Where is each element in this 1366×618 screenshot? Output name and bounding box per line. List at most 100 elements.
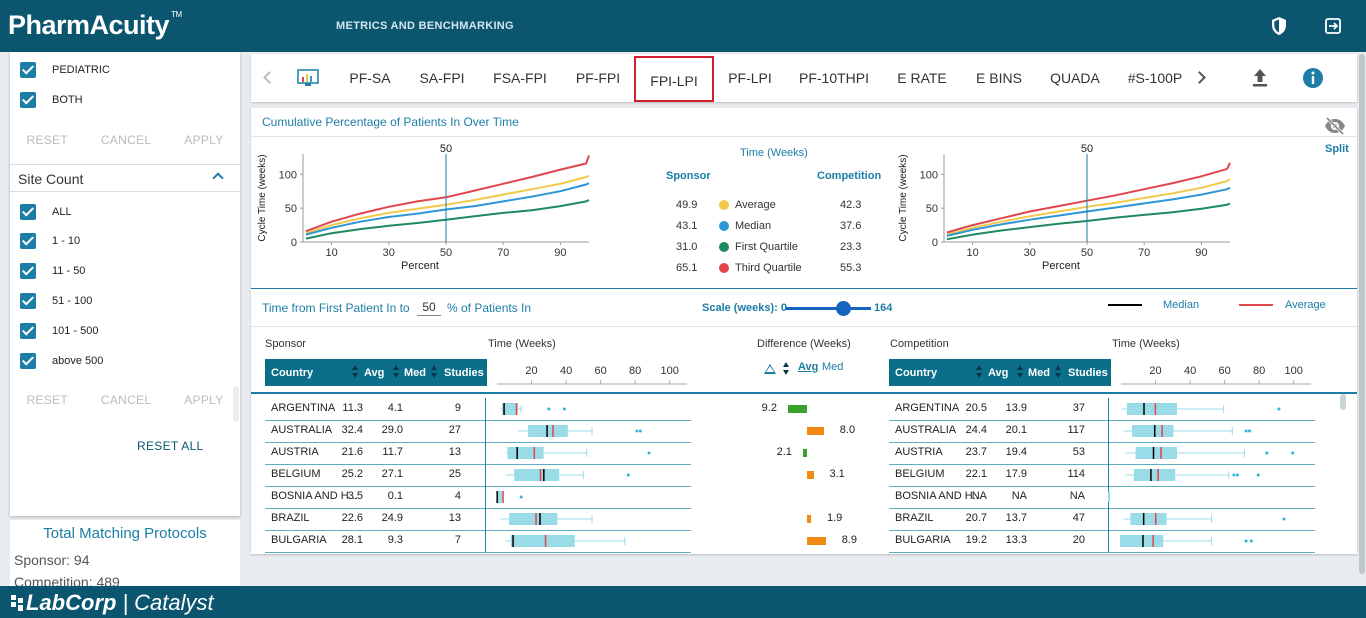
shield-icon[interactable] — [1268, 15, 1290, 37]
table-row[interactable]: BOSNIA AND H... 3.5 0.1 4 — [265, 486, 487, 508]
reset-button[interactable]: RESET — [26, 133, 68, 147]
apply-button[interactable]: APPLY — [184, 133, 223, 147]
page-scrollbar[interactable] — [1359, 54, 1365, 574]
table-row[interactable]: BULGARIA 28.1 9.3 7 — [265, 530, 487, 552]
checkbox-checked-icon[interactable] — [20, 263, 36, 279]
table-row[interactable]: BRAZIL 20.7 13.7 47 — [889, 508, 1111, 530]
reset-all-button[interactable]: RESET ALL — [137, 439, 204, 453]
checkbox-pediatric[interactable]: PEDIATRIC — [20, 60, 110, 80]
sidebar-scrollbar[interactable] — [233, 386, 239, 422]
cancel-button[interactable]: CANCEL — [101, 133, 151, 147]
site-count-header[interactable]: Site Count — [10, 164, 240, 192]
checkbox-checked-icon[interactable] — [20, 92, 36, 108]
legend-title: Time (Weeks) — [740, 147, 808, 159]
table-row[interactable]: AUSTRALIA 32.4 29.0 27 — [265, 420, 487, 442]
checkbox-checked-icon[interactable] — [20, 353, 36, 369]
scale-slider-thumb[interactable] — [836, 301, 851, 316]
tab-quada[interactable]: QUADA — [1047, 54, 1103, 102]
cell-avg: 25.2 — [341, 468, 363, 480]
col-studies[interactable]: Studies — [1068, 367, 1108, 379]
table-row[interactable]: ARGENTINA 11.3 4.1 9 — [265, 398, 487, 420]
checkbox-checked-icon[interactable] — [20, 293, 36, 309]
tab-pf-sa[interactable]: PF-SA — [343, 54, 397, 102]
legend-dot — [719, 263, 729, 273]
table-row[interactable]: BOSNIA AND H... NA NA NA — [889, 486, 1111, 508]
main-panel: Cumulative Percentage of Patients In Ove… — [251, 108, 1357, 554]
chevron-right-icon[interactable] — [1193, 71, 1206, 84]
sort-icon[interactable] — [1055, 365, 1061, 379]
tab-pf-lpi[interactable]: PF-LPI — [723, 54, 777, 102]
tab-pf-fpi[interactable]: PF-FPI — [569, 54, 627, 102]
tab-s-100p[interactable]: #S-100P — [1123, 54, 1187, 102]
table-row[interactable]: AUSTRIA 23.7 19.4 53 — [889, 442, 1111, 464]
col-country[interactable]: Country — [271, 367, 313, 379]
boxplot-outlier — [547, 407, 551, 411]
checkbox-checked-icon[interactable] — [20, 62, 36, 78]
table-scrollbar[interactable] — [1340, 394, 1346, 410]
cell-studies: 9 — [454, 402, 461, 414]
upload-icon[interactable] — [1251, 68, 1269, 88]
col-med[interactable]: Med — [404, 367, 426, 379]
table-row[interactable]: BELGIUM 22.1 17.9 114 — [889, 464, 1111, 486]
checkbox-site-all[interactable]: ALL — [20, 202, 72, 222]
boxplot-outlier — [1244, 429, 1248, 433]
tab-fsa-fpi[interactable]: FSA-FPI — [487, 54, 553, 102]
reset-button[interactable]: RESET — [26, 393, 68, 407]
scale-label: Scale (weeks): 0 — [702, 302, 787, 314]
chart-icon[interactable] — [297, 69, 319, 87]
sort-icon[interactable] — [352, 365, 358, 379]
cell-med: 24.9 — [381, 512, 403, 524]
checkbox-checked-icon[interactable] — [20, 233, 36, 249]
checkbox-both[interactable]: BOTH — [20, 90, 83, 110]
checkbox-site-11-50[interactable]: 11 - 50 — [20, 261, 85, 281]
eye-off-icon[interactable] — [1323, 116, 1347, 136]
cell-med: 13.9 — [1005, 402, 1027, 414]
chevron-left-icon[interactable] — [263, 71, 276, 84]
col-med[interactable]: Med — [1028, 367, 1050, 379]
tab-fpi-lpi[interactable]: FPI-LPI — [634, 56, 714, 102]
cell-avg: 11.3 — [342, 402, 363, 414]
totals-competition: Competition: 489 — [14, 574, 120, 586]
info-icon[interactable] — [1302, 67, 1324, 89]
sort-icon[interactable] — [431, 365, 437, 379]
table-row[interactable]: AUSTRIA 21.6 11.7 13 — [265, 442, 487, 464]
tab-sa-fpi[interactable]: SA-FPI — [413, 54, 471, 102]
checkbox-site-51-100[interactable]: 51 - 100 — [20, 291, 92, 311]
page-scrollbar-thumb[interactable] — [1359, 54, 1365, 574]
checkbox-site-1-10[interactable]: 1 - 10 — [20, 231, 80, 251]
col-country[interactable]: Country — [895, 367, 937, 379]
sort-icon[interactable] — [1017, 365, 1023, 379]
diff-med-toggle[interactable]: Med — [822, 361, 843, 373]
cancel-button[interactable]: CANCEL — [101, 393, 151, 407]
table-row[interactable]: BRAZIL 22.6 24.9 13 — [265, 508, 487, 530]
checkbox-site-above-500[interactable]: above 500 — [20, 351, 103, 371]
tab-pf-10thpi[interactable]: PF-10THPI — [798, 54, 870, 102]
checkbox-checked-icon[interactable] — [20, 323, 36, 339]
col-avg[interactable]: Avg — [364, 367, 384, 379]
scale-slider-track[interactable] — [786, 307, 871, 310]
percent-input[interactable]: 50 — [417, 298, 441, 316]
boxplot-outlier — [647, 451, 651, 455]
app-logo[interactable]: PharmAcuity TM — [8, 10, 182, 41]
split-label[interactable]: Split — [1325, 143, 1349, 155]
logout-icon[interactable] — [1322, 15, 1344, 37]
tab-e-rate[interactable]: E RATE — [893, 54, 951, 102]
table-row[interactable]: AUSTRALIA 24.4 20.1 117 — [889, 420, 1111, 442]
diff-avg-toggle[interactable]: Avg — [798, 361, 818, 373]
chevron-up-icon[interactable] — [212, 172, 224, 184]
checkbox-site-101-500[interactable]: 101 - 500 — [20, 321, 98, 341]
col-avg[interactable]: Avg — [988, 367, 1008, 379]
checkbox-checked-icon[interactable] — [20, 204, 36, 220]
col-studies[interactable]: Studies — [444, 367, 484, 379]
table-row[interactable]: ARGENTINA 20.5 13.9 37 — [889, 398, 1111, 420]
table-row[interactable]: BELGIUM 25.2 27.1 25 — [265, 464, 487, 486]
table-row[interactable]: BULGARIA 19.2 13.3 20 — [889, 530, 1111, 552]
delta-icon[interactable] — [764, 364, 776, 374]
legend-name: Median — [735, 220, 772, 232]
apply-button[interactable]: APPLY — [184, 393, 223, 407]
sort-icon[interactable] — [783, 362, 789, 376]
tab-e-bins[interactable]: E BINS — [971, 54, 1027, 102]
y-axis-label: Cycle Time (weeks) — [898, 154, 909, 241]
sort-icon[interactable] — [393, 365, 399, 379]
sort-icon[interactable] — [976, 365, 982, 379]
